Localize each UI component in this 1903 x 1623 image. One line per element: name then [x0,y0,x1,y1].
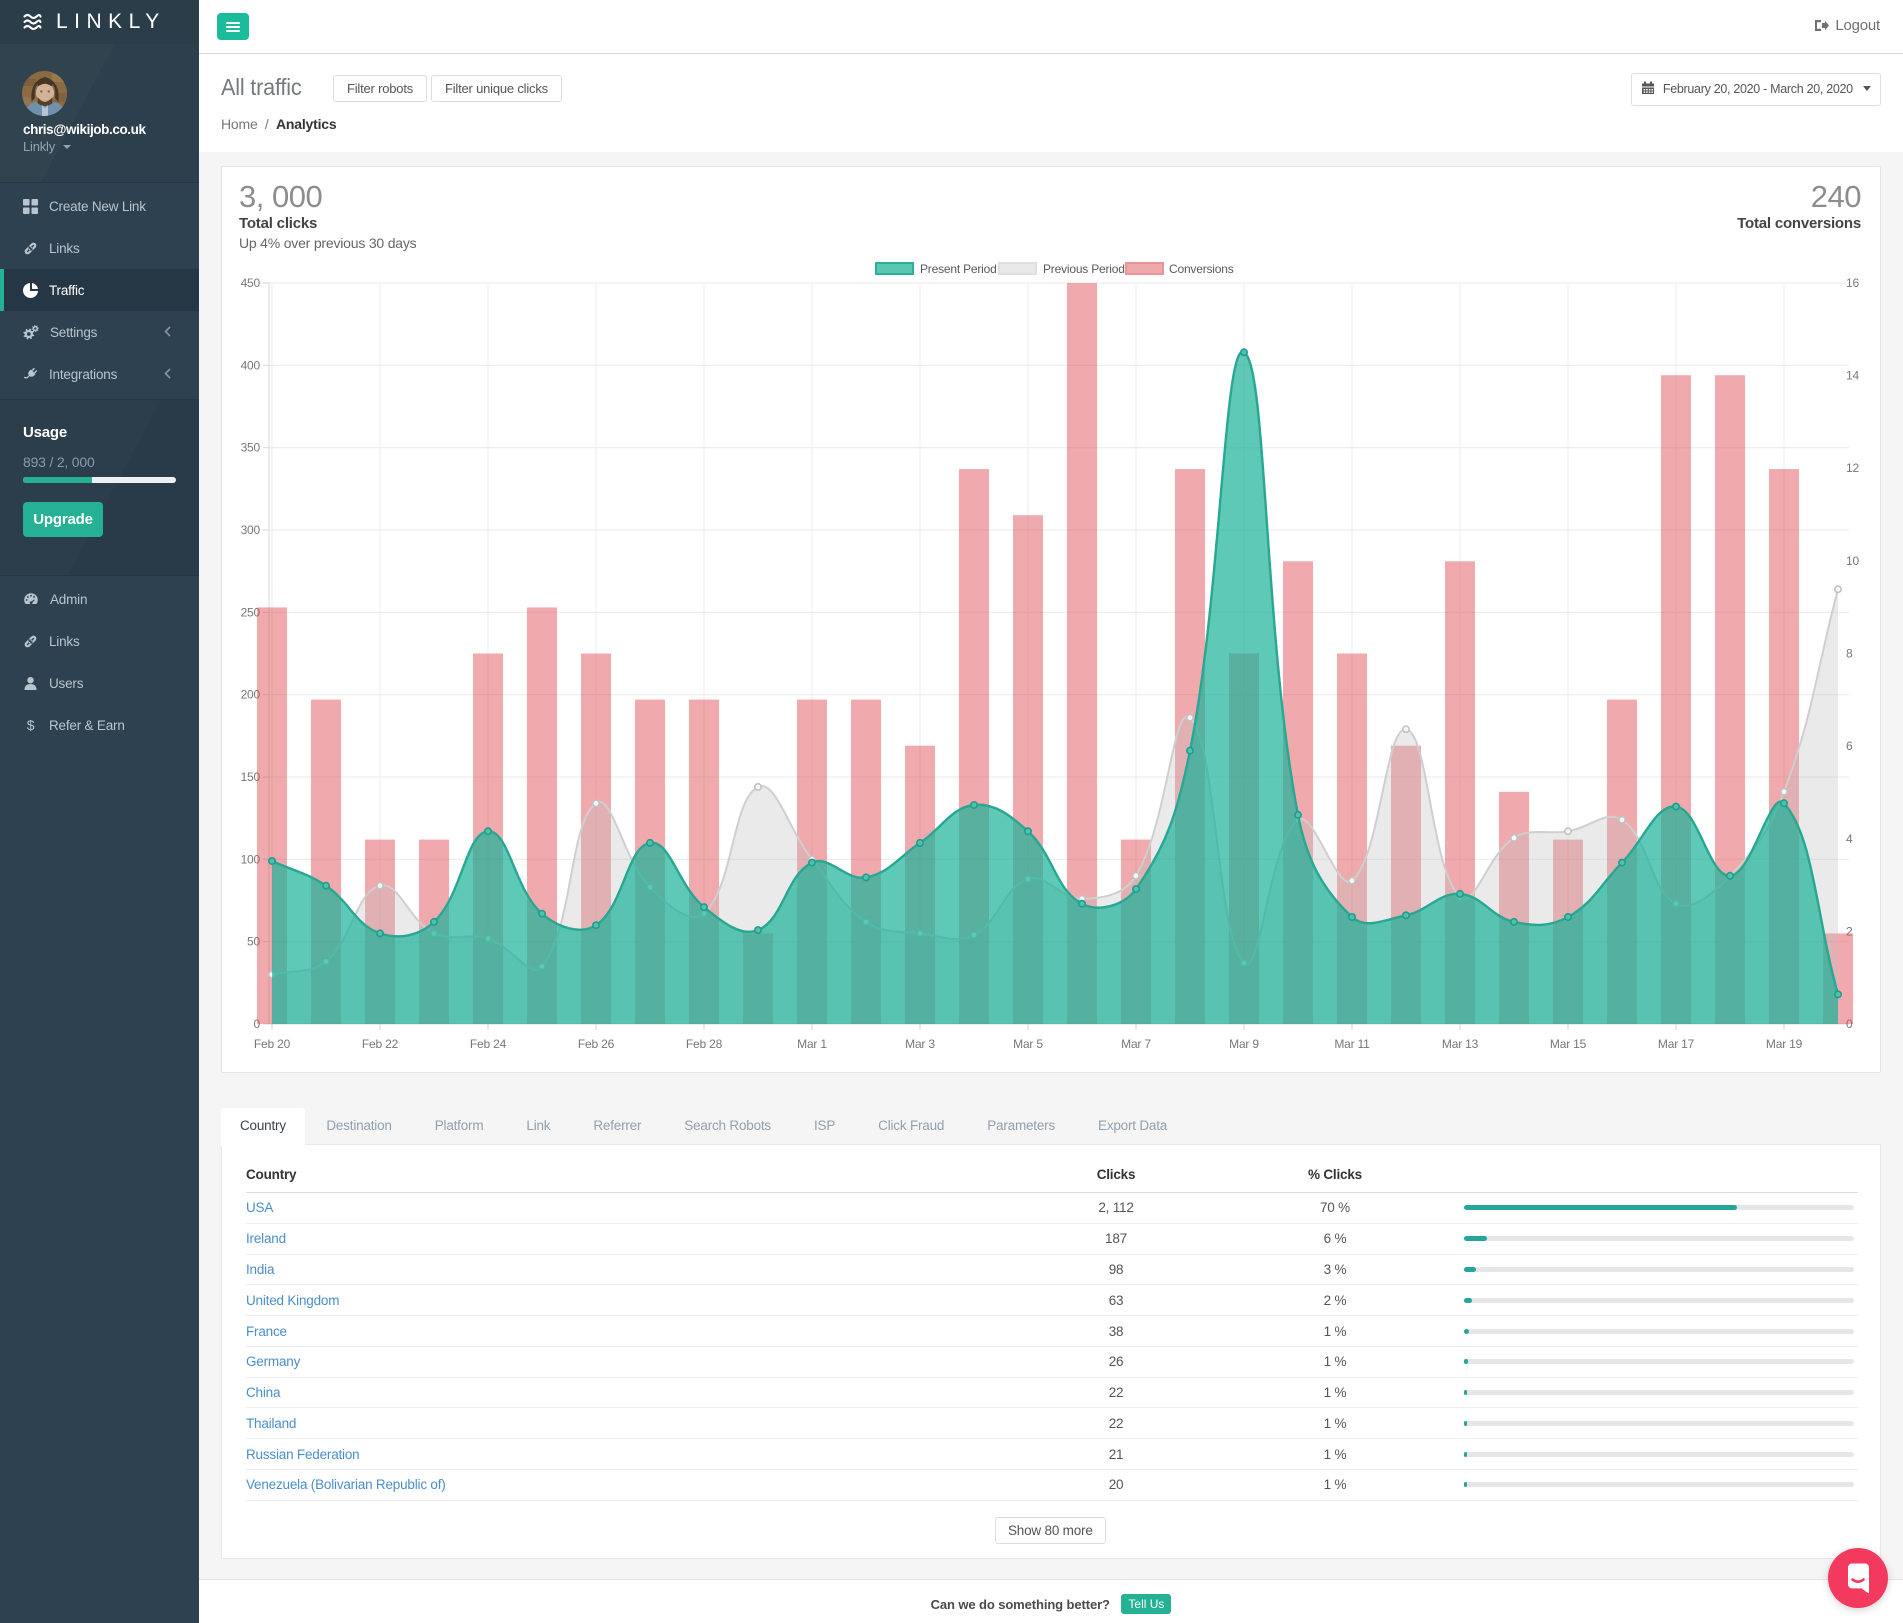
svg-text:14: 14 [1846,369,1859,383]
svg-text:400: 400 [241,358,261,372]
svg-text:16: 16 [1846,276,1859,290]
svg-text:Present Period: Present Period [920,262,997,276]
svg-text:Feb 26: Feb 26 [578,1037,615,1051]
svg-text:Mar 19: Mar 19 [1766,1037,1803,1051]
svg-text:Mar 3: Mar 3 [905,1037,935,1051]
svg-text:12: 12 [1846,461,1859,475]
svg-text:Mar 13: Mar 13 [1442,1037,1479,1051]
svg-text:Feb 22: Feb 22 [362,1037,399,1051]
svg-text:6: 6 [1846,739,1853,753]
svg-text:450: 450 [241,276,261,290]
svg-text:Mar 1: Mar 1 [797,1037,827,1051]
svg-text:300: 300 [241,523,261,537]
svg-text:Mar 9: Mar 9 [1229,1037,1259,1051]
svg-text:10: 10 [1846,554,1859,568]
svg-text:Mar 15: Mar 15 [1550,1037,1587,1051]
svg-text:Mar 5: Mar 5 [1013,1037,1043,1051]
svg-text:Mar 17: Mar 17 [1658,1037,1695,1051]
svg-text:Mar 7: Mar 7 [1121,1037,1151,1051]
svg-text:Previous Period: Previous Period [1043,262,1125,276]
svg-text:Feb 24: Feb 24 [470,1037,507,1051]
svg-text:Feb 20: Feb 20 [254,1037,291,1051]
svg-text:Feb 28: Feb 28 [686,1037,723,1051]
svg-text:8: 8 [1846,647,1853,661]
svg-text:Mar 11: Mar 11 [1334,1037,1370,1051]
svg-text:350: 350 [241,441,261,455]
svg-text:4: 4 [1846,832,1853,846]
svg-text:Conversions: Conversions [1169,262,1234,276]
